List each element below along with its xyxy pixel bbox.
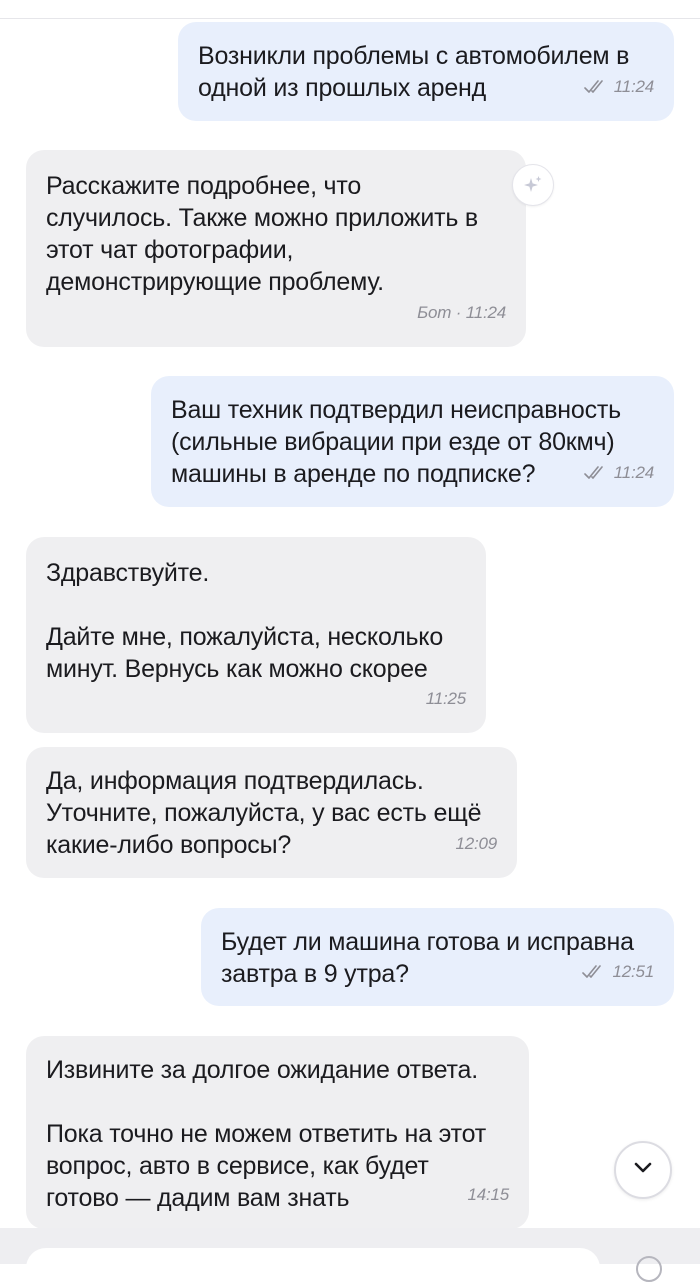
message-meta: 12:09 <box>455 828 497 860</box>
message-time: 12:09 <box>455 834 497 853</box>
message-outgoing[interactable]: Будет ли машина готова и исправна завтра… <box>201 908 674 1006</box>
chevron-down-icon <box>633 1161 653 1179</box>
message-time: 12:51 <box>612 962 654 981</box>
message-meta: 14:15 <box>467 1179 509 1211</box>
message-text: Извините за долгое ожидание ответа. Пока… <box>46 1056 486 1212</box>
message-time: 14:15 <box>467 1185 509 1204</box>
message-time: 11:24 <box>613 463 654 482</box>
message-text: Расскажите подробнее, что случилось. Так… <box>46 172 479 296</box>
message-incoming-bot[interactable]: Расскажите подробнее, что случилось. Так… <box>26 150 526 347</box>
message-outgoing[interactable]: Ваш техник подтвердил неисправность (сил… <box>151 376 674 507</box>
message-meta: Бот · 11:24 <box>417 297 506 329</box>
message-text: Здравствуйте. Дайте мне, пожалуйста, нес… <box>46 559 444 683</box>
message-text: Ваш техник подтвердил неисправность (сил… <box>171 396 621 488</box>
header-divider <box>0 0 700 19</box>
message-time: Бот · 11:24 <box>417 303 506 322</box>
message-time: 11:24 <box>613 77 654 96</box>
message-meta: 11:24 <box>583 457 654 489</box>
message-incoming[interactable]: Да, информация подтвердилась. Уточните, … <box>26 747 517 878</box>
message-text: Да, информация подтвердилась. Уточните, … <box>46 767 482 859</box>
double-check-icon <box>583 80 608 94</box>
message-meta: 11:25 <box>426 683 466 715</box>
message-meta: 11:24 <box>583 71 654 103</box>
message-outgoing[interactable]: Возникли проблемы с автомобилем в одной … <box>178 22 674 121</box>
scroll-down-button[interactable] <box>614 1141 672 1199</box>
message-incoming[interactable]: Здравствуйте. Дайте мне, пожалуйста, нес… <box>26 537 486 733</box>
composer-action-button[interactable] <box>636 1256 662 1282</box>
ai-sparkle-icon <box>512 164 554 206</box>
message-input[interactable] <box>26 1248 600 1288</box>
double-check-icon <box>582 965 606 979</box>
message-incoming[interactable]: Извините за долгое ожидание ответа. Пока… <box>26 1036 529 1229</box>
message-meta: 12:51 <box>582 956 654 988</box>
message-time: 11:25 <box>425 689 466 708</box>
double-check-icon <box>583 466 608 480</box>
